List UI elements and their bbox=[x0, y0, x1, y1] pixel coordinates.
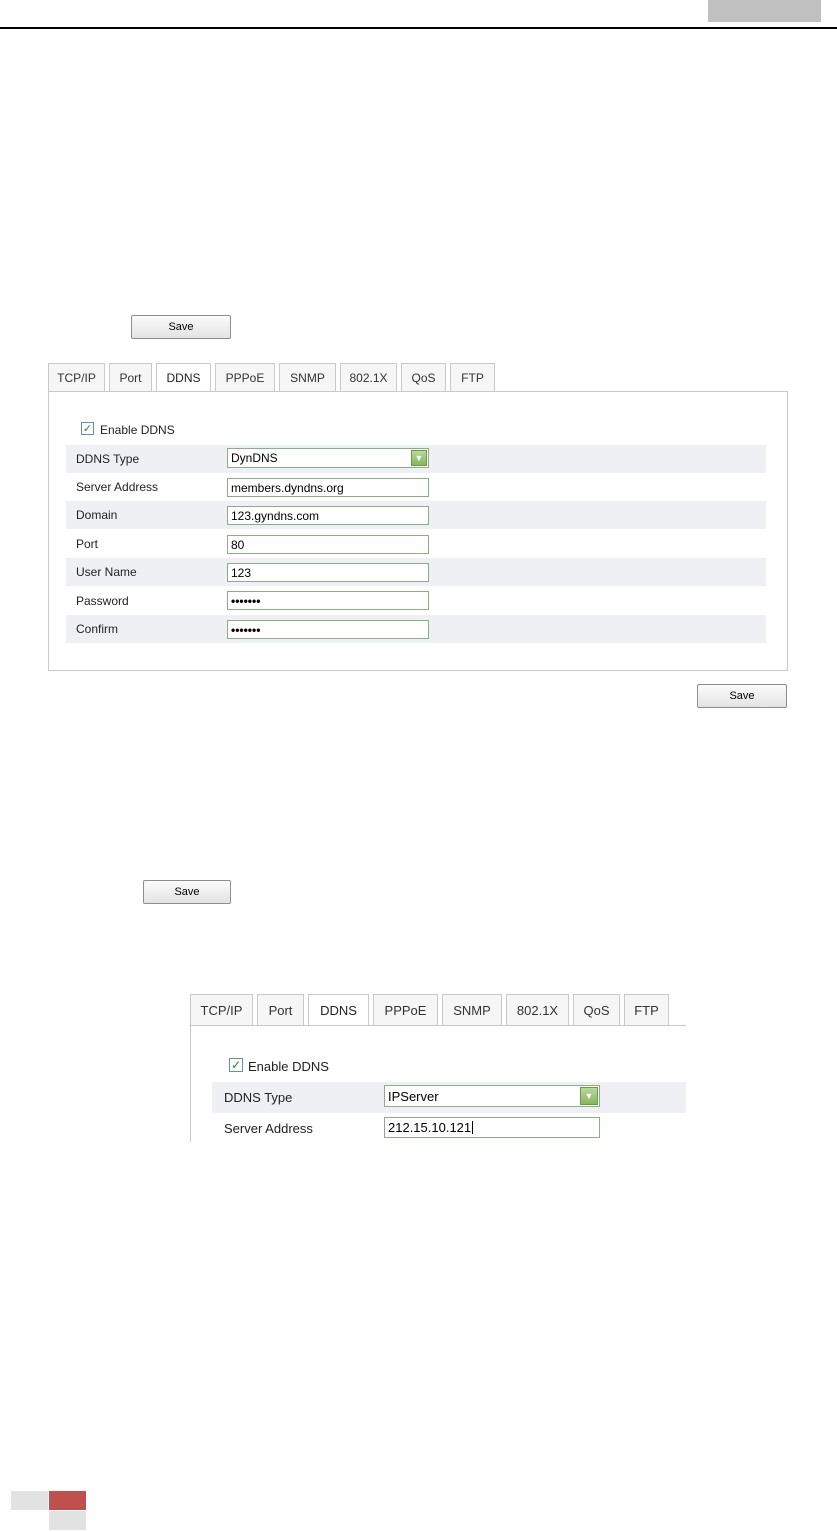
ddns-type-label-2: DDNS Type bbox=[224, 1090, 293, 1105]
server-address-label-2: Server Address bbox=[224, 1120, 313, 1136]
footer-block-grey-lower bbox=[49, 1511, 86, 1530]
tab-qos-2[interactable]: QoS bbox=[573, 994, 620, 1025]
footer-block-grey bbox=[11, 1491, 48, 1510]
enable-ddns-checkbox-1[interactable]: ✓ bbox=[81, 422, 94, 435]
password-input-1[interactable]: ••••••• bbox=[227, 591, 429, 610]
ddns-type-value-2: IPServer bbox=[388, 1088, 439, 1104]
tab-port[interactable]: Port bbox=[109, 363, 152, 391]
port-label-1: Port bbox=[76, 536, 99, 551]
ddns-type-select-1[interactable]: DynDNS ▼ bbox=[227, 448, 429, 468]
text-caret bbox=[472, 1121, 474, 1134]
tab-ddns[interactable]: DDNS bbox=[156, 363, 211, 392]
tab-baseline-2 bbox=[190, 1025, 686, 1026]
header-rule bbox=[0, 27, 837, 29]
domain-label-1: Domain bbox=[76, 508, 118, 522]
enable-ddns-checkbox-2[interactable]: ✓ bbox=[229, 1058, 243, 1072]
tab-bar-2: TCP/IP Port DDNS PPPoE SNMP 802.1X QoS F… bbox=[190, 994, 673, 1026]
password-label-1: Password bbox=[76, 593, 129, 608]
tab-ftp-2[interactable]: FTP bbox=[624, 994, 669, 1025]
tab-tcpip[interactable]: TCP/IP bbox=[48, 363, 105, 391]
tab-snmp[interactable]: SNMP bbox=[279, 363, 336, 391]
confirm-input-1[interactable]: ••••••• bbox=[227, 620, 429, 639]
confirm-label-1: Confirm bbox=[76, 622, 119, 636]
user-name-input-1[interactable]: 123 bbox=[227, 563, 429, 582]
server-address-input-1[interactable]: members.dyndns.org bbox=[227, 478, 429, 497]
tab-ftp[interactable]: FTP bbox=[450, 363, 495, 391]
tab-tcpip-2[interactable]: TCP/IP bbox=[190, 994, 253, 1025]
save-button-1[interactable]: Save bbox=[131, 315, 231, 339]
chevron-down-icon-2: ▼ bbox=[580, 1087, 598, 1105]
server-address-value-2: 212.15.10.121 bbox=[388, 1120, 472, 1135]
ddns-type-label-1: DDNS Type bbox=[76, 452, 140, 466]
tab-pppoe[interactable]: PPPoE bbox=[215, 363, 275, 391]
user-name-label-1: User Name bbox=[76, 565, 137, 579]
enable-ddns-label-1: Enable DDNS bbox=[100, 423, 175, 437]
panel-save-button-1[interactable]: Save bbox=[697, 684, 787, 708]
tab-pppoe-2[interactable]: PPPoE bbox=[373, 994, 438, 1025]
domain-input-1[interactable]: 123.gyndns.com bbox=[227, 506, 429, 525]
tab-8021x[interactable]: 802.1X bbox=[340, 363, 397, 391]
tab-qos[interactable]: QoS bbox=[401, 363, 446, 391]
server-address-input-2[interactable]: 212.15.10.121 bbox=[384, 1117, 600, 1138]
panel-left-edge-2 bbox=[190, 1025, 191, 1142]
server-address-label-1: Server Address bbox=[76, 480, 159, 494]
footer-block-red bbox=[49, 1491, 86, 1510]
header-tab-block bbox=[708, 0, 821, 22]
tab-snmp-2[interactable]: SNMP bbox=[442, 994, 502, 1025]
ddns-type-select-2[interactable]: IPServer ▼ bbox=[384, 1085, 600, 1107]
save-button-2[interactable]: Save bbox=[143, 880, 231, 904]
port-input-1[interactable]: 80 bbox=[227, 535, 429, 554]
tab-port-2[interactable]: Port bbox=[257, 994, 304, 1025]
enable-ddns-label-2: Enable DDNS bbox=[248, 1059, 329, 1074]
tab-8021x-2[interactable]: 802.1X bbox=[506, 994, 569, 1025]
tab-ddns-2[interactable]: DDNS bbox=[308, 994, 369, 1026]
tab-bar-1: TCP/IP Port DDNS PPPoE SNMP 802.1X QoS F… bbox=[48, 363, 499, 392]
ddns-type-value-1: DynDNS bbox=[231, 451, 278, 465]
chevron-down-icon: ▼ bbox=[411, 450, 427, 466]
